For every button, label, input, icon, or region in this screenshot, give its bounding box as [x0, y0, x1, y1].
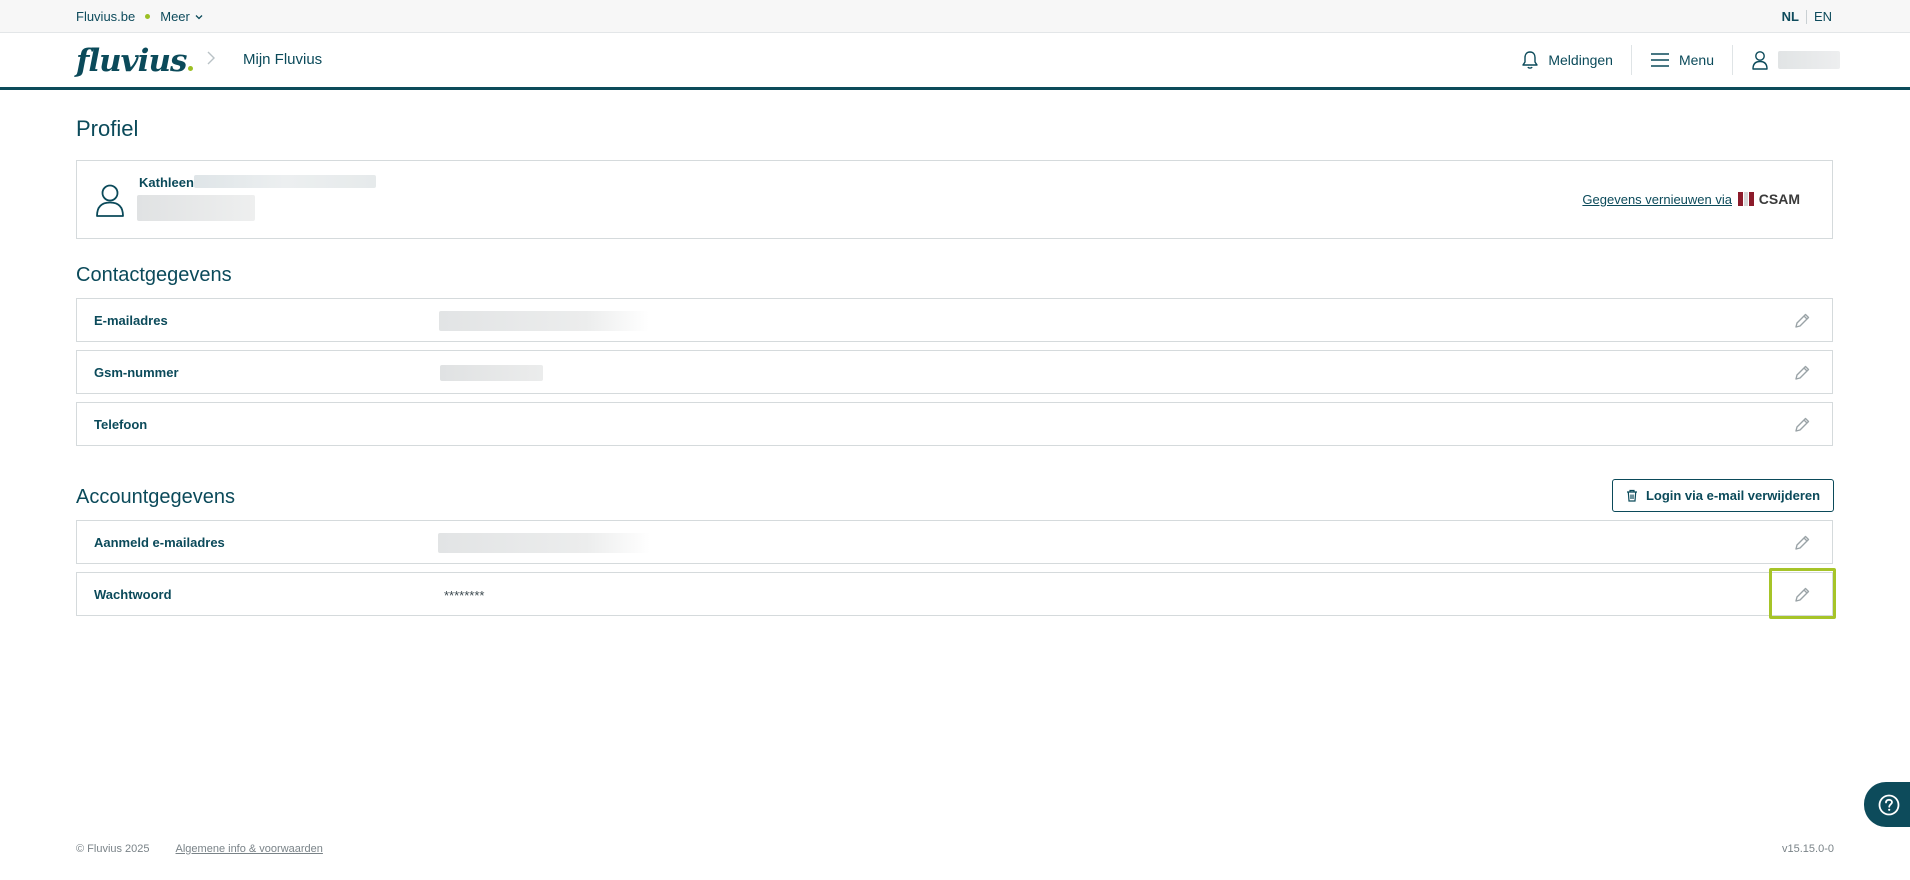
logo-dot — [188, 65, 194, 71]
notifications-button[interactable]: Meldingen — [1503, 45, 1631, 75]
menu-label: Menu — [1678, 52, 1714, 68]
copyright-text: © Fluvius 2025 — [76, 843, 150, 855]
utility-left: Fluvius.be Meer — [76, 9, 204, 24]
user-icon — [1752, 51, 1768, 70]
account-button[interactable] — [1733, 45, 1910, 75]
password-value: ******** — [444, 588, 485, 603]
edit-pencil-icon[interactable] — [1792, 533, 1812, 553]
chevron-down-icon — [195, 14, 203, 19]
profile-first-name: Kathleen — [139, 175, 194, 190]
edit-pencil-icon[interactable] — [1792, 415, 1812, 435]
language-switcher: NL EN — [1782, 9, 1832, 24]
lang-en[interactable]: EN — [1814, 9, 1832, 24]
email-value-redacted — [439, 311, 649, 331]
email-label: E-mailadres — [94, 313, 168, 328]
breadcrumb-chevron-icon — [206, 51, 216, 70]
telefoon-label: Telefoon — [94, 417, 148, 432]
contact-section-title: Contactgegevens — [76, 264, 232, 286]
lang-divider — [1805, 9, 1807, 24]
fluvius-site-link[interactable]: Fluvius.be — [76, 9, 135, 24]
main-header: fluvius Mijn Fluvius Meldingen Menu — [0, 33, 1910, 90]
login-email-label: Aanmeld e-mailadres — [94, 535, 225, 550]
help-button[interactable] — [1864, 782, 1910, 827]
delete-email-login-button[interactable]: Login via e-mail verwijderen — [1612, 479, 1834, 512]
meer-label: Meer — [160, 9, 190, 24]
fluvius-logo[interactable]: fluvius — [76, 41, 194, 81]
focus-highlight — [1769, 568, 1836, 619]
contact-row-email: E-mailadres — [76, 298, 1833, 342]
menu-button[interactable]: Menu — [1632, 45, 1732, 75]
csam-flag-icon — [1737, 192, 1754, 206]
logo-text: fluvius — [76, 43, 187, 79]
contact-row-gsm: Gsm-nummer — [76, 350, 1833, 394]
account-name-redacted — [1778, 51, 1840, 69]
help-question-icon — [1878, 794, 1900, 815]
version-text: v15.15.0-0 — [1782, 843, 1834, 855]
edit-pencil-icon[interactable] — [1792, 311, 1812, 331]
login-email-value-redacted — [438, 533, 650, 553]
utility-bar: Fluvius.be Meer NL EN — [0, 0, 1910, 33]
hamburger-icon — [1650, 53, 1669, 67]
delete-button-label: Login via e-mail verwijderen — [1645, 488, 1821, 503]
edit-pencil-icon[interactable] — [1792, 363, 1812, 383]
footer: © Fluvius 2025 Algemene info & voorwaard… — [76, 843, 323, 855]
profile-user-icon — [96, 184, 124, 217]
notifications-label: Meldingen — [1548, 52, 1613, 68]
breadcrumb-mijn-fluvius[interactable]: Mijn Fluvius — [243, 51, 322, 68]
profile-card: Kathleen Gegevens vernieuwen via CSAM — [76, 160, 1833, 239]
header-actions: Meldingen Menu — [1503, 33, 1910, 87]
trash-icon — [1626, 489, 1637, 502]
profile-last-name-redacted — [194, 175, 376, 188]
terms-link[interactable]: Algemene info & voorwaarden — [176, 843, 323, 855]
gsm-value-redacted — [440, 365, 543, 381]
lang-nl[interactable]: NL — [1782, 9, 1799, 24]
gsm-label: Gsm-nummer — [94, 365, 179, 380]
password-label: Wachtwoord — [94, 587, 172, 602]
account-row-password: Wachtwoord ******** — [76, 572, 1833, 616]
account-row-login-email: Aanmeld e-mailadres — [76, 520, 1833, 564]
csam-label: CSAM — [1758, 191, 1800, 207]
renew-data-link[interactable]: Gegevens vernieuwen via — [1582, 192, 1732, 207]
contact-row-telefoon: Telefoon — [76, 402, 1833, 446]
page-title: Profiel — [76, 116, 139, 141]
bell-icon — [1522, 51, 1539, 69]
profile-detail-redacted — [137, 195, 255, 221]
account-section-title: Accountgegevens — [76, 486, 236, 508]
meer-dropdown[interactable]: Meer — [160, 9, 204, 24]
csam-logo[interactable]: CSAM — [1737, 190, 1800, 208]
separator-dot — [145, 14, 151, 19]
